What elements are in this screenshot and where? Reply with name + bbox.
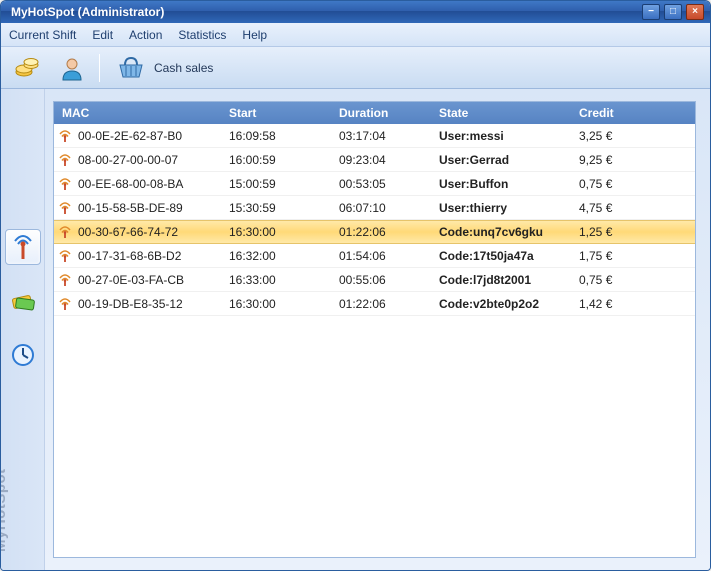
header-state[interactable]: State: [439, 106, 579, 120]
cell-start: 16:32:00: [229, 249, 339, 263]
cell-start: 16:00:59: [229, 153, 339, 167]
header-duration[interactable]: Duration: [339, 106, 439, 120]
table-row[interactable]: 00-15-58-5B-DE-89 15:30:5906:07:10User:th…: [54, 196, 695, 220]
wifi-icon: [58, 177, 72, 191]
wifi-icon: [58, 225, 72, 239]
cell-mac: 00-19-DB-E8-35-12: [78, 297, 183, 311]
body-area: MyHotSpot MAC Start Duration State Credi…: [1, 89, 710, 570]
menu-action[interactable]: Action: [129, 28, 162, 42]
cell-start: 16:30:00: [229, 225, 339, 239]
basket-icon: [116, 55, 146, 81]
table-row[interactable]: 00-27-0E-03-FA-CB 16:33:0000:55:06Code:l7…: [54, 268, 695, 292]
header-credit[interactable]: Credit: [579, 106, 651, 120]
tickets-icon: [9, 287, 37, 315]
close-button[interactable]: ×: [686, 4, 704, 20]
user-icon: [58, 54, 86, 82]
table-row[interactable]: 00-0E-2E-62-87-B0 16:09:5803:17:04User:me…: [54, 124, 695, 148]
cell-duration: 01:22:06: [339, 225, 439, 239]
cell-credit: 1,42 €: [579, 297, 651, 311]
table-row[interactable]: 08-00-27-00-00-07 16:00:5909:23:04User:Ge…: [54, 148, 695, 172]
cell-credit: 9,25 €: [579, 153, 651, 167]
cell-credit: 1,75 €: [579, 249, 651, 263]
cell-state: Code:17t50ja47a: [439, 249, 579, 263]
toolbar: Cash sales: [1, 47, 710, 89]
toolbar-separator: [99, 54, 100, 82]
sidebar-clock-button[interactable]: [5, 337, 41, 373]
table-header: MAC Start Duration State Credit: [54, 102, 695, 124]
cash-sales-button[interactable]: Cash sales: [110, 53, 219, 83]
menu-current-shift[interactable]: Current Shift: [9, 28, 76, 42]
cell-duration: 06:07:10: [339, 201, 439, 215]
cell-state: Code:unq7cv6gku: [439, 225, 579, 239]
maximize-button[interactable]: □: [664, 4, 682, 20]
cell-state: User:Gerrad: [439, 153, 579, 167]
cash-sales-label: Cash sales: [154, 61, 213, 75]
cell-state: User:thierry: [439, 201, 579, 215]
sidebar-brand: MyHotSpot: [1, 468, 9, 552]
cell-mac: 00-15-58-5B-DE-89: [78, 201, 183, 215]
cell-mac: 00-27-0E-03-FA-CB: [78, 273, 184, 287]
coins-button[interactable]: [11, 51, 45, 85]
cell-start: 15:30:59: [229, 201, 339, 215]
wifi-icon: [58, 273, 72, 287]
cell-start: 16:30:00: [229, 297, 339, 311]
menu-help[interactable]: Help: [242, 28, 267, 42]
cell-mac: 08-00-27-00-00-07: [78, 153, 178, 167]
sidebar-tickets-button[interactable]: [5, 283, 41, 319]
menu-edit[interactable]: Edit: [92, 28, 113, 42]
cell-state: User:messi: [439, 129, 579, 143]
cell-duration: 01:54:06: [339, 249, 439, 263]
cell-credit: 1,25 €: [579, 225, 651, 239]
menubar: Current Shift Edit Action Statistics Hel…: [1, 23, 710, 47]
sidebar-wifi-button[interactable]: [5, 229, 41, 265]
cell-duration: 00:55:06: [339, 273, 439, 287]
wifi-icon: [58, 129, 72, 143]
minimize-button[interactable]: −: [642, 4, 660, 20]
header-mac[interactable]: MAC: [54, 106, 229, 120]
cell-credit: 0,75 €: [579, 273, 651, 287]
cell-duration: 09:23:04: [339, 153, 439, 167]
cell-mac: 00-17-31-68-6B-D2: [78, 249, 181, 263]
cell-mac: 00-EE-68-00-08-BA: [78, 177, 183, 191]
coins-icon: [14, 54, 42, 82]
header-start[interactable]: Start: [229, 106, 339, 120]
wifi-icon: [58, 297, 72, 311]
sessions-table: MAC Start Duration State Credit 00-0E-2E…: [53, 101, 696, 558]
wifi-icon: [58, 153, 72, 167]
cell-credit: 3,25 €: [579, 129, 651, 143]
cell-start: 16:09:58: [229, 129, 339, 143]
cell-duration: 01:22:06: [339, 297, 439, 311]
table-row[interactable]: 00-19-DB-E8-35-12 16:30:0001:22:06Code:v2…: [54, 292, 695, 316]
titlebar[interactable]: MyHotSpot (Administrator) − □ ×: [1, 1, 710, 23]
cell-start: 15:00:59: [229, 177, 339, 191]
cell-state: Code:l7jd8t2001: [439, 273, 579, 287]
menu-statistics[interactable]: Statistics: [178, 28, 226, 42]
cell-credit: 4,75 €: [579, 201, 651, 215]
clock-icon: [9, 341, 37, 369]
cell-mac: 00-30-67-66-74-72: [78, 225, 178, 239]
cell-start: 16:33:00: [229, 273, 339, 287]
table-body: 00-0E-2E-62-87-B0 16:09:5803:17:04User:me…: [54, 124, 695, 316]
cell-state: User:Buffon: [439, 177, 579, 191]
antenna-icon: [9, 233, 37, 261]
app-window: MyHotSpot (Administrator) − □ × Current …: [0, 0, 711, 571]
wifi-icon: [58, 201, 72, 215]
wifi-icon: [58, 249, 72, 263]
main-panel: MAC Start Duration State Credit 00-0E-2E…: [45, 89, 710, 570]
user-button[interactable]: [55, 51, 89, 85]
cell-state: Code:v2bte0p2o2: [439, 297, 579, 311]
titlebar-title: MyHotSpot (Administrator): [11, 5, 642, 19]
table-row[interactable]: 00-17-31-68-6B-D2 16:32:0001:54:06Code:17…: [54, 244, 695, 268]
table-row[interactable]: 00-EE-68-00-08-BA 15:00:5900:53:05User:Bu…: [54, 172, 695, 196]
cell-duration: 03:17:04: [339, 129, 439, 143]
cell-credit: 0,75 €: [579, 177, 651, 191]
cell-duration: 00:53:05: [339, 177, 439, 191]
cell-mac: 00-0E-2E-62-87-B0: [78, 129, 182, 143]
table-row[interactable]: 00-30-67-66-74-72 16:30:0001:22:06Code:un…: [54, 220, 695, 244]
